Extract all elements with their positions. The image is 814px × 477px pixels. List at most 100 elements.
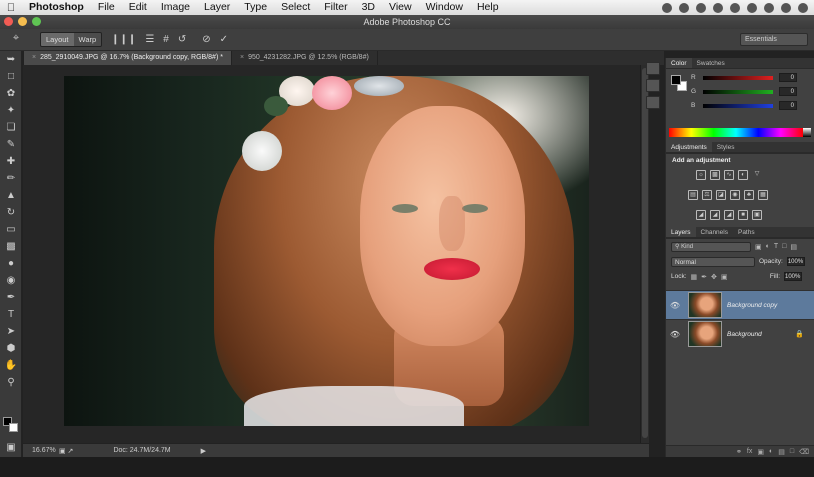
hue-saturation-icon[interactable]: ▤: [688, 190, 698, 200]
volume-icon[interactable]: [781, 2, 791, 13]
vibrance-icon[interactable]: ▽: [752, 170, 762, 180]
vertical-scrollbar[interactable]: [640, 65, 649, 443]
blue-value[interactable]: 0: [779, 101, 797, 110]
lock-position-icon[interactable]: ✥: [711, 273, 717, 281]
tab-layers[interactable]: Layers: [666, 227, 696, 237]
background-color-swatch[interactable]: [9, 423, 18, 432]
apple-icon[interactable]: : [0, 2, 22, 14]
tab-channels[interactable]: Channels: [696, 227, 733, 237]
posterize-icon[interactable]: ◢: [710, 210, 720, 220]
gradient-tool-icon[interactable]: ▩: [0, 238, 22, 255]
brush-tool-icon[interactable]: ✏: [0, 170, 22, 187]
color-balance-icon[interactable]: ⚖: [702, 190, 712, 200]
invert-icon[interactable]: ◢: [696, 210, 706, 220]
bluetooth-icon[interactable]: [764, 2, 774, 13]
link-layers-icon[interactable]: ⚭: [736, 448, 742, 456]
close-tab-icon[interactable]: ×: [32, 54, 36, 61]
menu-type[interactable]: Type: [237, 0, 274, 15]
tab-document-2[interactable]: × 950_4231282.JPG @ 12.5% (RGB/8#): [232, 51, 378, 65]
share-icon[interactable]: ▣ ↗: [59, 447, 73, 455]
crop-tool-icon[interactable]: ❏: [0, 119, 22, 136]
grid-icon[interactable]: #: [163, 34, 169, 45]
status-menu-arrow-icon[interactable]: ▶: [201, 447, 206, 455]
menu-view[interactable]: View: [382, 0, 419, 15]
history-panel-icon[interactable]: [646, 62, 660, 75]
columns-icon[interactable]: ❙❙❙: [111, 34, 136, 45]
scrollbar-thumb[interactable]: [642, 68, 648, 438]
properties-panel-icon[interactable]: [646, 79, 660, 92]
curves-icon[interactable]: ∿: [724, 170, 734, 180]
tab-document-1[interactable]: × 285_2910049.JPG @ 16.7% (Background cop…: [24, 51, 232, 65]
black-white-icon[interactable]: ◪: [716, 190, 726, 200]
menu-file[interactable]: File: [91, 0, 122, 15]
clone-stamp-tool-icon[interactable]: ▲: [0, 187, 22, 204]
network-icon[interactable]: [679, 2, 689, 13]
levels-icon[interactable]: ▩: [710, 170, 720, 180]
workspace-select[interactable]: Essentials: [740, 33, 808, 46]
history-brush-tool-icon[interactable]: ↻: [0, 204, 22, 221]
type-tool-icon[interactable]: T: [0, 306, 22, 323]
document-image[interactable]: [64, 76, 589, 426]
tab-swatches[interactable]: Swatches: [692, 58, 730, 68]
menu-layer[interactable]: Layer: [197, 0, 237, 15]
selective-color-icon[interactable]: ▣: [752, 210, 762, 220]
layer-filter-select[interactable]: ⚲ Kind: [671, 241, 751, 252]
red-value[interactable]: 0: [779, 73, 797, 82]
reset-icon[interactable]: ↺: [178, 34, 186, 45]
move-tool-icon[interactable]: ➥: [0, 51, 22, 68]
path-select-tool-icon[interactable]: ➤: [0, 323, 22, 340]
pen-tool-icon[interactable]: ✒: [0, 289, 22, 306]
tab-adjustments[interactable]: Adjustments: [666, 142, 712, 152]
lock-image-icon[interactable]: ✒: [701, 273, 707, 281]
lock-all-icon[interactable]: ▣: [721, 273, 728, 281]
channel-mixer-icon[interactable]: ♣: [744, 190, 754, 200]
layout-button[interactable]: Layout: [41, 33, 74, 46]
zoom-window-button[interactable]: [32, 17, 41, 26]
menu-filter[interactable]: Filter: [317, 0, 354, 15]
grayscale-ramp[interactable]: [803, 128, 811, 137]
blend-mode-select[interactable]: Normal: [671, 256, 755, 267]
photo-filter-icon[interactable]: ◉: [730, 190, 740, 200]
blur-tool-icon[interactable]: ●: [0, 255, 22, 272]
color-foreground-swatch[interactable]: [671, 75, 681, 85]
red-slider[interactable]: [703, 75, 773, 80]
fx-icon[interactable]: fx: [747, 448, 752, 455]
minimize-window-button[interactable]: [18, 17, 27, 26]
cancel-icon[interactable]: ⊘: [202, 34, 210, 45]
adjustment-filter-icon[interactable]: ◐: [766, 243, 770, 251]
close-window-button[interactable]: [4, 17, 13, 26]
menu-3d[interactable]: 3D: [355, 0, 382, 15]
menu-photoshop[interactable]: Photoshop: [22, 0, 91, 15]
green-value[interactable]: 0: [779, 87, 797, 96]
menu-window[interactable]: Window: [419, 0, 470, 15]
zoom-level[interactable]: 16.67%: [23, 447, 59, 454]
canvas-area[interactable]: [23, 65, 640, 443]
eyedropper-tool-icon[interactable]: ✎: [0, 136, 22, 153]
visibility-eye-icon[interactable]: 👁: [666, 301, 684, 310]
dodge-tool-icon[interactable]: ◉: [0, 272, 22, 289]
green-slider[interactable]: [703, 89, 773, 94]
menu-select[interactable]: Select: [274, 0, 317, 15]
layer-row-background-copy[interactable]: 👁 Background copy: [666, 290, 814, 319]
color-spectrum[interactable]: [669, 128, 803, 137]
visibility-eye-icon[interactable]: 👁: [666, 330, 684, 339]
close-tab-icon[interactable]: ×: [240, 54, 244, 61]
quick-mask-icon[interactable]: ▣: [0, 439, 22, 456]
wifi-icon[interactable]: [696, 2, 706, 13]
gradient-map-icon[interactable]: ■: [738, 210, 748, 220]
shape-filter-icon[interactable]: □: [782, 243, 786, 251]
moon-icon[interactable]: [747, 2, 757, 13]
menu-help[interactable]: Help: [470, 0, 506, 15]
puppet-warp-tool-icon[interactable]: ⌖: [6, 32, 26, 48]
new-layer-icon[interactable]: □: [790, 448, 794, 455]
chat-icon[interactable]: [730, 2, 740, 13]
healing-brush-tool-icon[interactable]: ✚: [0, 153, 22, 170]
sync-icon[interactable]: [662, 2, 672, 13]
lasso-tool-icon[interactable]: ✿: [0, 85, 22, 102]
layer-row-background[interactable]: 👁 Background 🔒: [666, 319, 814, 348]
marquee-tool-icon[interactable]: □: [0, 68, 22, 85]
eraser-tool-icon[interactable]: ▭: [0, 221, 22, 238]
blue-slider[interactable]: [703, 103, 773, 108]
exposure-icon[interactable]: ◐: [738, 170, 748, 180]
new-group-icon[interactable]: ▤: [778, 448, 785, 456]
